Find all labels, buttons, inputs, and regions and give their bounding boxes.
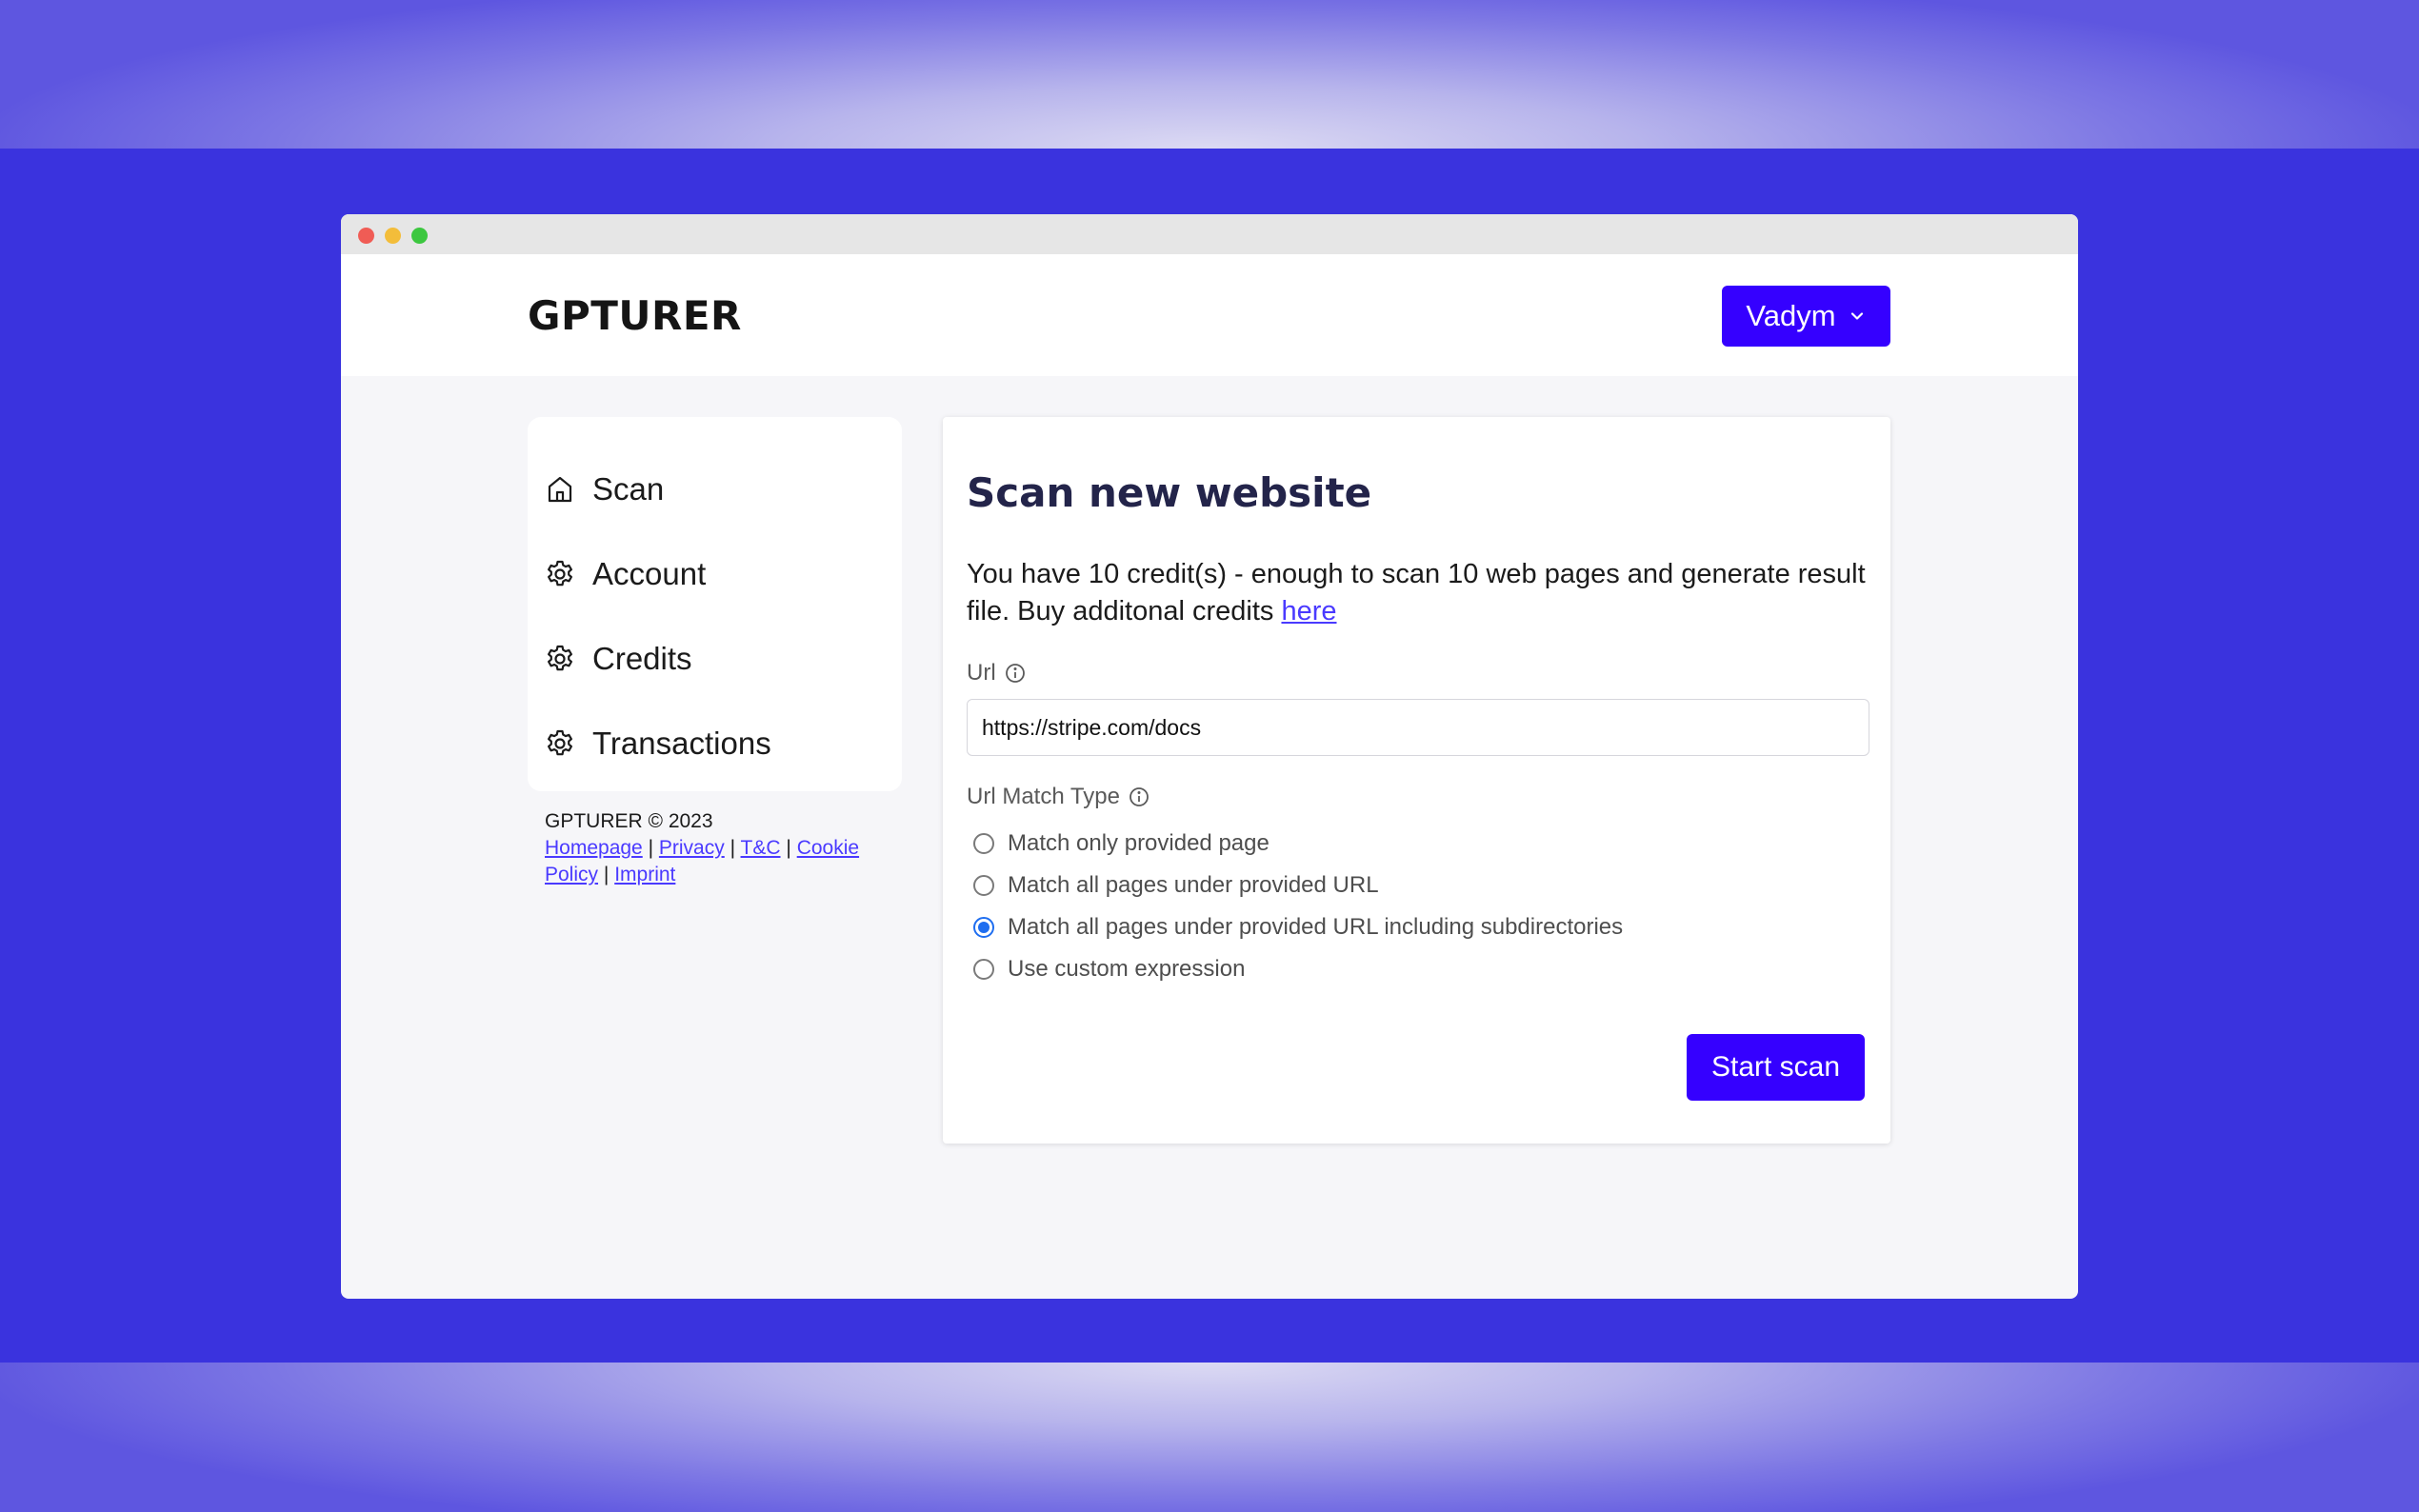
footer-separator: | [786,837,791,859]
homepage-link[interactable]: Homepage [545,837,643,859]
radio-option-label: Match all pages under provided URL inclu… [1008,914,1624,940]
info-icon[interactable] [1004,662,1027,685]
background-glow-bottom [0,1363,2419,1512]
radio-option-match-page[interactable]: Match only provided page [973,830,1269,857]
app-logo[interactable]: GPTURER [528,292,742,339]
copyright-text: GPTURER © 2023 [545,810,713,832]
info-icon[interactable] [1128,786,1150,808]
chevron-down-icon [1850,312,1863,320]
page-title: Scan new website [967,469,1372,516]
user-menu-button[interactable]: Vadym [1722,286,1890,347]
url-label: Url [967,660,1027,686]
radio-button[interactable] [973,959,994,980]
radio-option-label: Match all pages under provided URL [1008,872,1379,898]
url-match-type-label-text: Url Match Type [967,784,1120,809]
footer-links: Homepage | Privacy | T&C | Cookie Policy… [545,835,907,888]
sidebar-item-credits[interactable]: Credits [545,630,692,687]
sidebar-item-label: Scan [592,471,665,507]
close-window-dot[interactable] [358,228,374,244]
radio-option-label: Match only provided page [1008,830,1269,856]
footer-separator: | [603,864,610,885]
gear-icon [548,645,572,671]
user-menu-label: Vadym [1746,299,1836,332]
radio-option-label: Use custom expression [1008,956,1246,982]
app-header: GPTURER Vadym [341,254,2078,376]
footer-separator: | [730,837,736,859]
radio-option-custom-expression[interactable]: Use custom expression [973,956,1245,983]
sidebar-footer: GPTURER © 2023 Homepage | Privacy | T&C … [545,808,907,888]
sidebar-item-label: Account [592,556,707,591]
sidebar-item-scan[interactable]: Scan [545,461,664,518]
sidebar-item-label: Transactions [592,726,771,761]
sidebar-item-account[interactable]: Account [545,546,706,603]
radio-button[interactable] [973,875,994,896]
url-label-text: Url [967,660,996,686]
window-titlebar [341,214,2078,254]
scan-form-card: Scan new website You have 10 credit(s) -… [943,417,1890,1144]
radio-option-match-under-url[interactable]: Match all pages under provided URL [973,872,1379,899]
browser-window: GPTURER Vadym Scan Account Credits Trans… [341,214,2078,1299]
url-match-type-label: Url Match Type [967,784,1150,810]
home-icon [548,476,572,503]
radio-button-selected[interactable] [973,917,994,938]
gear-icon [548,729,572,756]
background-glow-top [0,0,2419,149]
footer-separator: | [648,837,654,859]
buy-credits-link[interactable]: here [1281,596,1336,627]
gear-icon [548,560,572,587]
sidebar-item-transactions[interactable]: Transactions [545,715,771,772]
maximize-window-dot[interactable] [411,228,428,244]
radio-button[interactable] [973,833,994,854]
imprint-link[interactable]: Imprint [614,864,675,885]
credits-text: You have 10 credit(s) - enough to scan 1… [967,559,1866,627]
sidebar-nav: Scan Account Credits Transactions [528,417,902,791]
sidebar-item-label: Credits [592,641,692,676]
url-input[interactable] [967,699,1869,756]
privacy-link[interactable]: Privacy [659,837,725,859]
start-scan-button[interactable]: Start scan [1687,1034,1865,1101]
terms-link[interactable]: T&C [741,837,781,859]
credits-description: You have 10 credit(s) - enough to scan 1… [967,556,1881,630]
radio-option-match-subdirectories[interactable]: Match all pages under provided URL inclu… [973,914,1623,941]
minimize-window-dot[interactable] [385,228,401,244]
